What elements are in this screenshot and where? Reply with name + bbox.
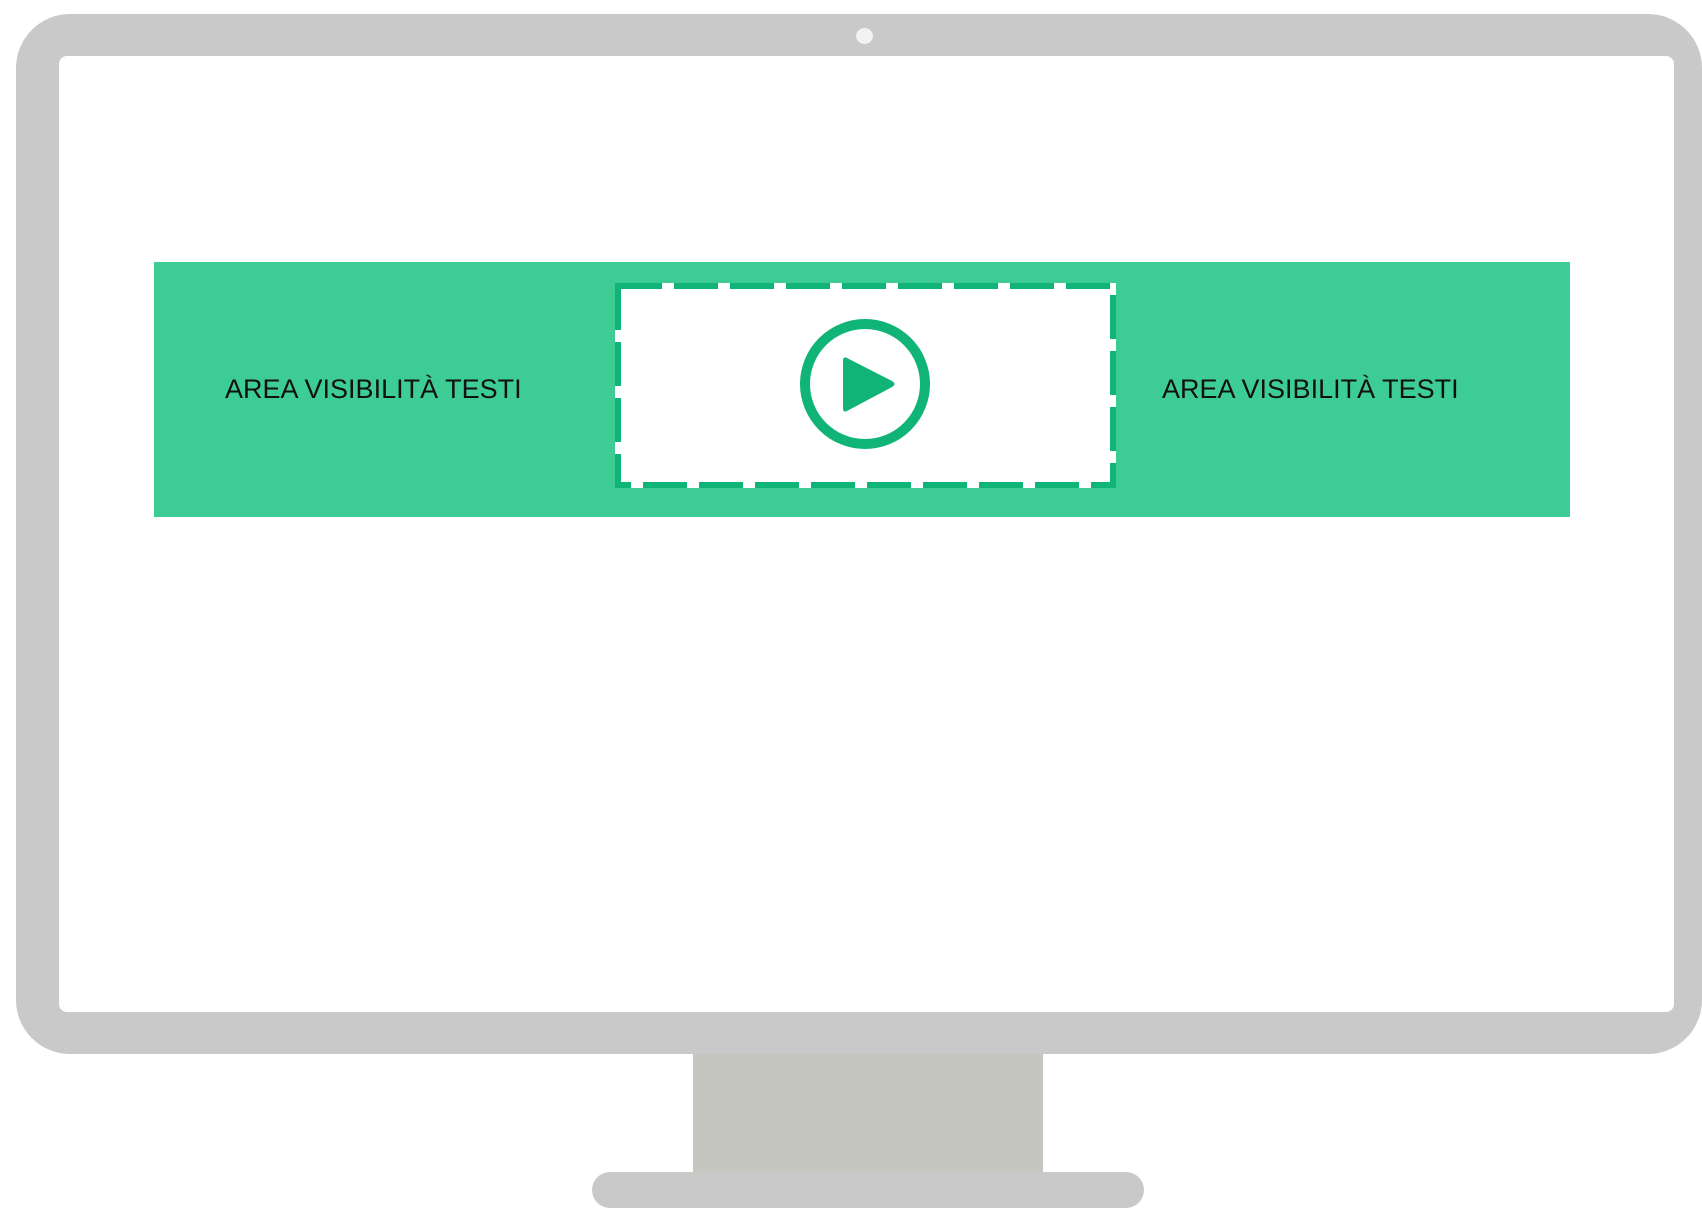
- monitor-screen: [59, 56, 1674, 1012]
- play-icon[interactable]: [800, 319, 930, 449]
- camera-icon: [856, 28, 873, 44]
- video-placeholder[interactable]: [615, 283, 1116, 488]
- monitor-stand-base: [592, 1172, 1144, 1208]
- monitor-stand-neck: [693, 1054, 1043, 1182]
- banner-right-text: AREA VISIBILITÀ TESTI: [1162, 374, 1459, 404]
- banner-left-text: AREA VISIBILITÀ TESTI: [225, 374, 522, 404]
- monitor-illustration: AREA VISIBILITÀ TESTI AREA VISIBILITÀ TE…: [0, 0, 1702, 1209]
